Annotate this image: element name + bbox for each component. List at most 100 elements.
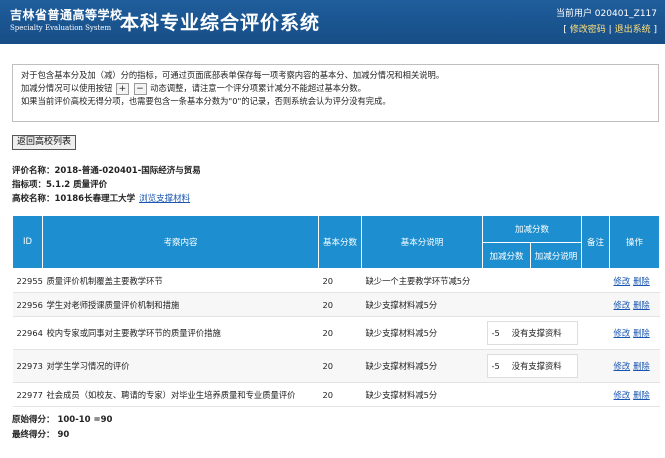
evaluation-name-label: 评价名称： (12, 166, 55, 176)
edit-link[interactable]: 修改 (614, 361, 631, 371)
bracket-open: [ (563, 25, 567, 35)
cell-base-score: 20 (318, 316, 362, 350)
cell-content: 学生对老师授课质量评价机制和措施 (42, 292, 319, 317)
cell-note (581, 292, 610, 317)
col-header-base-score: 基本分数 (318, 215, 362, 269)
cell-base-desc: 缺少支撑材料减5分 (361, 292, 483, 317)
instruction-line-2: 加减分情况可以使用按钮 + − 动态调整，请注意一个评分项累计减分不能超过基本分… (21, 82, 650, 95)
cell-note (581, 268, 610, 293)
cell-add-score: -5 (491, 361, 500, 371)
add-score-box: -5 没有支撑资料 (486, 321, 578, 345)
cell-base-score: 20 (318, 382, 362, 407)
cell-note (581, 349, 610, 383)
plus-button[interactable]: + (115, 82, 129, 95)
final-score: 最终得分： 90 (12, 430, 70, 440)
cell-id: 22964 (12, 316, 43, 350)
delete-link[interactable]: 删除 (633, 361, 650, 371)
evaluation-name-value: 2018-普通-020401-国际经济与贸易 (54, 166, 201, 176)
cell-add-desc (530, 382, 582, 407)
cell-base-desc: 缺少支撑材料减5分 (361, 316, 483, 350)
delete-link[interactable]: 删除 (633, 276, 650, 286)
system-english-name: Specialty Evaluation System (10, 24, 112, 32)
delete-link[interactable]: 删除 (633, 390, 650, 400)
logout-link[interactable]: 退出系统 (615, 25, 651, 35)
browse-materials-link[interactable]: 浏览支撑材料 (139, 194, 190, 204)
cell-add-desc (530, 268, 582, 293)
col-header-content: 考察内容 (42, 215, 319, 269)
instruction-text-a: 加减分情况可以使用按钮 (21, 83, 113, 93)
cell-content: 社会成员（如校友、聘请的专家）对毕业生培养质量和专业质量评价 (42, 382, 319, 407)
back-to-school-list-button[interactable]: 返回高校列表 (12, 135, 76, 150)
instruction-text-b: 动态调整，请注意一个评分项累计减分不能超过基本分数。 (150, 83, 366, 93)
indicator: 指标项：5.1.2 质量评价 (12, 178, 107, 190)
original-score: 原始得分： 100-10 =90 (12, 415, 113, 425)
school-value: 10186长春理工大学 (54, 194, 136, 204)
cell-base-desc: 缺少支撑材料减5分 (361, 382, 483, 407)
cell-content: 对学生学习情况的评价 (42, 349, 319, 383)
cell-add-desc: 没有支撑资料 (511, 328, 562, 338)
delete-link[interactable]: 删除 (633, 328, 650, 338)
table-row: 22973 对学生学习情况的评价 20 缺少支撑材料减5分 -5 没有支撑资料 修改 删除 (12, 349, 660, 383)
cell-add-desc (530, 292, 582, 317)
col-header-id: ID (12, 215, 43, 269)
edit-link[interactable]: 修改 (614, 328, 631, 338)
app-header: 吉林省普通高等学校 Specialty Evaluation System 本科… (0, 0, 665, 44)
cell-ops: 修改 删除 (609, 349, 660, 383)
cell-note (581, 382, 610, 407)
cell-base-score: 20 (318, 349, 362, 383)
evaluation-table: ID 考察内容 基本分数 基本分说明 加减分数 备注 操作 加减分数 加减分说明… (12, 215, 661, 407)
cell-content: 质量评价机制覆盖主要教学环节 (42, 268, 319, 293)
cell-id: 22955 (12, 268, 43, 293)
cell-ops: 修改 删除 (609, 292, 660, 317)
school: 高校名称：10186长春理工大学 浏览支撑材料 (12, 192, 190, 204)
instruction-line-3: 如果当前评价高校无得分项，也需要包含一条基本分数为"0"的记录，否则系统会认为评… (21, 96, 391, 106)
cell-add-score (482, 382, 531, 407)
edit-link[interactable]: 修改 (614, 390, 631, 400)
cell-id: 22977 (12, 382, 43, 407)
user-links: [ 修改密码 | 退出系统 ] (563, 22, 657, 35)
cell-ops: 修改 删除 (609, 316, 660, 350)
col-header-add-score: 加减分数 (482, 242, 531, 269)
cell-base-score: 20 (318, 292, 362, 317)
add-score-box: -5 没有支撑资料 (486, 354, 578, 378)
cell-add-info: -5 没有支撑资料 (482, 349, 582, 383)
col-header-note: 备注 (581, 215, 611, 269)
col-header-add-group: 加减分数 (481, 215, 583, 243)
cell-content: 校内专家或同事对主要教学环节的质量评价措施 (42, 316, 319, 350)
system-title: 本科专业综合评价系统 (120, 12, 321, 34)
evaluation-name: 评价名称：2018-普通-020401-国际经济与贸易 (12, 164, 201, 176)
cell-note (581, 316, 610, 350)
cell-add-score: -5 (491, 328, 500, 338)
table-row: 22977 社会成员（如校友、聘请的专家）对毕业生培养质量和专业质量评价 20 缺少支… (12, 382, 660, 407)
cell-id: 22956 (12, 292, 43, 317)
cell-add-info: -5 没有支撑资料 (482, 316, 582, 350)
indicator-label: 指标项： (12, 180, 47, 190)
edit-link[interactable]: 修改 (614, 300, 631, 310)
cell-add-score (482, 292, 531, 317)
table-row: 22955 质量评价机制覆盖主要教学环节 20 缺少一个主要教学环节减5分 修改 删除 (12, 268, 660, 293)
col-header-base-desc: 基本分说明 (361, 215, 483, 269)
delete-link[interactable]: 删除 (633, 300, 650, 310)
col-header-add-desc: 加减分说明 (529, 242, 583, 269)
cell-base-desc: 缺少支撑材料减5分 (361, 349, 483, 383)
cell-ops: 修改 删除 (609, 268, 660, 293)
cell-id: 22973 (12, 349, 43, 383)
table-row: 22964 校内专家或同事对主要教学环节的质量评价措施 20 缺少支撑材料减5分 -5 没… (12, 316, 660, 350)
col-header-ops: 操作 (609, 215, 661, 269)
instructions-panel: 对于包含基本分及加（减）分的指标，可通过页面底部表单保存每一项考察内容的基本分、… (12, 64, 659, 122)
current-user: 当前用户 020401_Z117 (555, 9, 657, 19)
bracket-close: ] (653, 25, 657, 35)
cell-base-score: 20 (318, 268, 362, 293)
cell-add-desc: 没有支撑资料 (511, 361, 562, 371)
cell-add-score (482, 268, 531, 293)
school-label: 高校名称： (12, 194, 55, 204)
change-password-link[interactable]: 修改密码 (570, 25, 606, 35)
edit-link[interactable]: 修改 (614, 276, 631, 286)
school-name: 吉林省普通高等学校 (10, 8, 123, 22)
minus-button[interactable]: − (133, 82, 147, 95)
link-separator: | (608, 25, 612, 35)
table-row: 22956 学生对老师授课质量评价机制和措施 20 缺少支撑材料减5分 修改 删除 (12, 292, 660, 317)
instruction-line-1: 对于包含基本分及加（减）分的指标，可通过页面底部表单保存每一项考察内容的基本分、… (21, 70, 445, 80)
indicator-value: 5.1.2 质量评价 (46, 180, 108, 190)
cell-ops: 修改 删除 (609, 382, 660, 407)
